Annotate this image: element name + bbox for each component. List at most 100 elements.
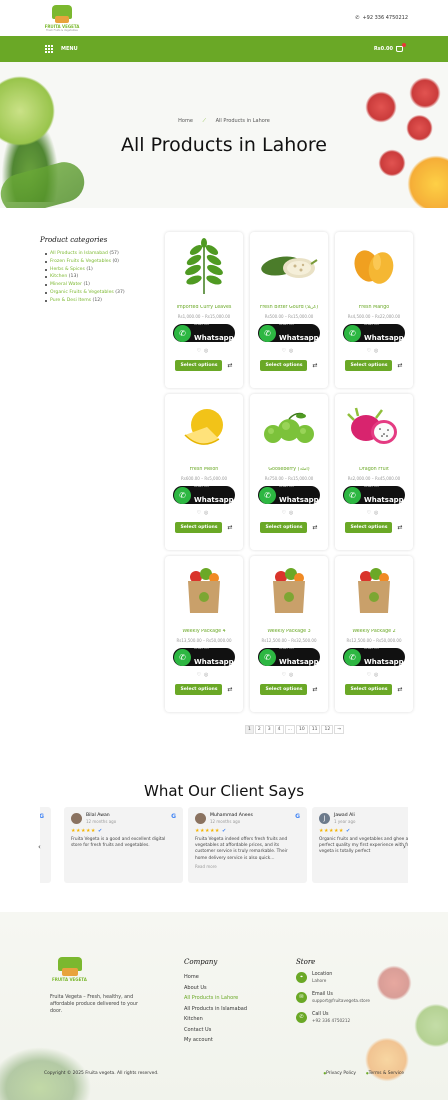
wishlist-heart-icon[interactable]: ♡ bbox=[197, 672, 204, 678]
quick-view-eye-icon[interactable]: ◎ bbox=[289, 510, 296, 516]
footer-link[interactable]: All Products in Lahore bbox=[184, 993, 247, 1004]
category-item[interactable]: Herbs & Spices (1) bbox=[45, 266, 155, 274]
product-name[interactable]: Weekly Package 3 bbox=[250, 629, 328, 634]
read-more-link[interactable]: Read more bbox=[195, 864, 300, 869]
wishlist-heart-icon[interactable]: ♡ bbox=[367, 348, 374, 354]
select-options-button[interactable]: Select options bbox=[260, 684, 308, 695]
carousel-next-icon[interactable]: › bbox=[403, 843, 406, 851]
category-item[interactable]: All Products in Islamabad (57) bbox=[45, 250, 155, 258]
page-button[interactable]: 2 bbox=[254, 725, 264, 734]
whatsapp-order-button[interactable]: ✆ Order On Whatsapp bbox=[343, 647, 405, 666]
product-card[interactable]: Fresh Melon Rs600.00 – Rs5,000.00 ✆ Order… bbox=[165, 394, 243, 550]
select-options-button[interactable]: Select options bbox=[260, 522, 308, 533]
quick-view-eye-icon[interactable]: ◎ bbox=[204, 672, 211, 678]
header-phone[interactable]: ✆ +92 336 4750212 bbox=[355, 15, 408, 21]
product-card[interactable]: Fresh Bitter Gourd (کریلا) Rs500.00 – Rs… bbox=[250, 232, 328, 388]
product-image[interactable] bbox=[250, 394, 328, 462]
select-options-button[interactable]: Select options bbox=[175, 522, 223, 533]
select-options-button[interactable]: Select options bbox=[175, 360, 223, 371]
select-options-button[interactable]: Select options bbox=[345, 522, 393, 533]
compare-icon[interactable]: ⇄ bbox=[312, 362, 317, 369]
category-item[interactable]: Mineral Water (1) bbox=[45, 281, 155, 289]
product-card[interactable]: Weekly Package 2 Rs12,500.00 – Rs50,000.… bbox=[335, 556, 413, 712]
quick-view-eye-icon[interactable]: ◎ bbox=[374, 348, 381, 354]
wishlist-heart-icon[interactable]: ♡ bbox=[282, 672, 289, 678]
product-card[interactable]: Gooseberry (آملہ) Rs750.00 – Rs15,000.00… bbox=[250, 394, 328, 550]
quick-view-eye-icon[interactable]: ◎ bbox=[289, 348, 296, 354]
wishlist-heart-icon[interactable]: ♡ bbox=[282, 348, 289, 354]
product-image[interactable] bbox=[335, 232, 413, 300]
page-button[interactable]: 4 bbox=[274, 725, 284, 734]
footer-link[interactable]: Home bbox=[184, 972, 247, 983]
category-item[interactable]: Kitchen (13) bbox=[45, 273, 155, 281]
page-button[interactable]: 12 bbox=[321, 725, 334, 734]
compare-icon[interactable]: ⇄ bbox=[312, 524, 317, 531]
product-name[interactable]: Fresh Mango bbox=[335, 305, 413, 310]
category-item[interactable]: Pure & Desi Items (12) bbox=[45, 297, 155, 305]
email-value[interactable]: support@fruitavegeta.store bbox=[312, 998, 370, 1004]
select-options-button[interactable]: Select options bbox=[260, 360, 308, 371]
call-value[interactable]: +92 336 4750212 bbox=[312, 1018, 350, 1024]
whatsapp-order-button[interactable]: ✆ Order On Whatsapp bbox=[173, 647, 235, 666]
quick-view-eye-icon[interactable]: ◎ bbox=[289, 672, 296, 678]
terms-link[interactable]: Terms & Service bbox=[366, 1071, 404, 1076]
product-image[interactable] bbox=[165, 394, 243, 462]
footer-logo-icon[interactable] bbox=[58, 957, 82, 976]
product-image[interactable] bbox=[165, 232, 243, 300]
compare-icon[interactable]: ⇄ bbox=[227, 524, 232, 531]
product-name[interactable]: Weekly Package 4 bbox=[165, 629, 243, 634]
compare-icon[interactable]: ⇄ bbox=[312, 686, 317, 693]
select-options-button[interactable]: Select options bbox=[345, 360, 393, 371]
quick-view-eye-icon[interactable]: ◎ bbox=[374, 510, 381, 516]
page-button[interactable]: 10 bbox=[296, 725, 308, 734]
product-card[interactable]: Imported Curry Leaves Rs1,000.00 – Rs15,… bbox=[165, 232, 243, 388]
privacy-policy-link[interactable]: Privacy Policy bbox=[323, 1071, 356, 1076]
product-card[interactable]: Fresh Mango Rs4,500.00 – Rs22,000.00 ✆ Or… bbox=[335, 232, 413, 388]
product-image[interactable] bbox=[250, 232, 328, 300]
footer-link[interactable]: About Us bbox=[184, 983, 247, 994]
breadcrumb-home[interactable]: Home bbox=[178, 118, 193, 124]
page-button[interactable]: 3 bbox=[264, 725, 274, 734]
wishlist-heart-icon[interactable]: ♡ bbox=[367, 510, 374, 516]
product-image[interactable] bbox=[250, 556, 328, 624]
category-item[interactable]: Frozen Fruits & Vegetables (0) bbox=[45, 258, 155, 266]
site-logo[interactable]: FRUITA VEGETA Fresh Fruits & Vegetables bbox=[40, 4, 84, 32]
select-options-button[interactable]: Select options bbox=[345, 684, 393, 695]
compare-icon[interactable]: ⇄ bbox=[397, 524, 402, 531]
compare-icon[interactable]: ⇄ bbox=[227, 686, 232, 693]
page-button[interactable]: 11 bbox=[308, 725, 321, 734]
footer-link[interactable]: Contact Us bbox=[184, 1025, 247, 1036]
wishlist-heart-icon[interactable]: ♡ bbox=[197, 348, 204, 354]
whatsapp-order-button[interactable]: ✆ Order On Whatsapp bbox=[343, 485, 405, 504]
product-name[interactable]: Weekly Package 2 bbox=[335, 629, 413, 634]
whatsapp-order-button[interactable]: ✆ Order On Whatsapp bbox=[258, 485, 320, 504]
product-name[interactable]: Fresh Melon bbox=[165, 467, 243, 472]
wishlist-heart-icon[interactable]: ♡ bbox=[367, 672, 374, 678]
whatsapp-order-button[interactable]: ✆ Order On Whatsapp bbox=[173, 485, 235, 504]
wishlist-heart-icon[interactable]: ♡ bbox=[282, 510, 289, 516]
product-image[interactable] bbox=[335, 394, 413, 462]
product-name[interactable]: Gooseberry (آملہ) bbox=[250, 467, 328, 472]
select-options-button[interactable]: Select options bbox=[175, 684, 223, 695]
product-name[interactable]: Fresh Bitter Gourd (کریلا) bbox=[250, 305, 328, 310]
product-card[interactable]: Weekly Package 3 Rs12,500.00 – Rs32,500.… bbox=[250, 556, 328, 712]
footer-link[interactable]: Kitchen bbox=[184, 1014, 247, 1025]
product-card[interactable]: Weekly Package 4 Rs13,500.00 – Rs50,000.… bbox=[165, 556, 243, 712]
wishlist-heart-icon[interactable]: ♡ bbox=[197, 510, 204, 516]
compare-icon[interactable]: ⇄ bbox=[227, 362, 232, 369]
quick-view-eye-icon[interactable]: ◎ bbox=[204, 348, 211, 354]
whatsapp-order-button[interactable]: ✆ Order On Whatsapp bbox=[258, 647, 320, 666]
category-item[interactable]: Organic Fruits & Vegetables (37) bbox=[45, 289, 155, 297]
product-card[interactable]: Dragon Fruit Rs2,000.00 – Rs45,000.00 ✆ O… bbox=[335, 394, 413, 550]
quick-view-eye-icon[interactable]: ◎ bbox=[204, 510, 211, 516]
footer-link[interactable]: My account bbox=[184, 1035, 247, 1046]
whatsapp-order-button[interactable]: ✆ Order On Whatsapp bbox=[173, 323, 235, 342]
compare-icon[interactable]: ⇄ bbox=[397, 362, 402, 369]
whatsapp-order-button[interactable]: ✆ Order On Whatsapp bbox=[343, 323, 405, 342]
carousel-prev-icon[interactable]: ‹ bbox=[38, 843, 41, 851]
next-page-button[interactable]: → bbox=[334, 725, 344, 734]
compare-icon[interactable]: ⇄ bbox=[397, 686, 402, 693]
page-button-current[interactable]: 1 bbox=[245, 725, 254, 734]
product-name[interactable]: Imported Curry Leaves bbox=[165, 305, 243, 310]
cart-button[interactable]: Rs0.00 bbox=[374, 43, 406, 52]
